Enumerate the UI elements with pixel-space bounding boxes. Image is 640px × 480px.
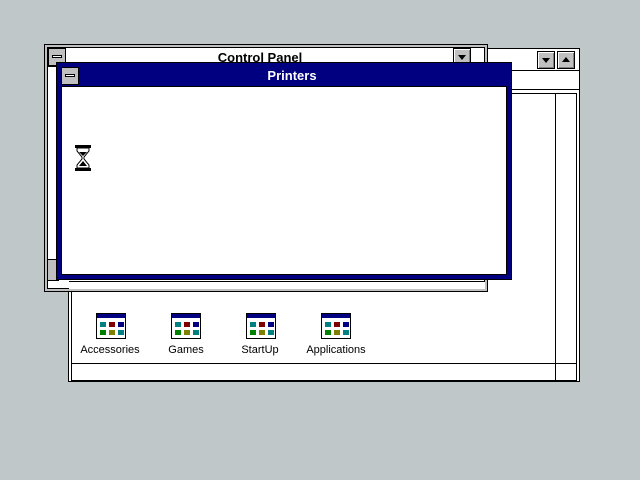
program-group-accessories[interactable]: Accessories [70,310,150,362]
program-group-games[interactable]: Games [146,310,226,362]
program-group-label: Accessories [80,344,140,356]
program-group-startup[interactable]: StartUp [220,310,300,362]
minimize-button[interactable] [537,51,555,69]
printers-client-area [61,86,507,275]
program-group-icon [171,313,201,339]
maximize-button[interactable] [557,51,575,69]
program-group-icon [321,313,351,339]
workspace-divider-bottom [71,363,577,364]
program-group-applications[interactable]: Applications [296,310,376,362]
program-group-label: Games [168,344,204,356]
control-panel-bottom-edge [69,281,485,289]
workspace-divider-right [555,93,556,381]
printers-title-bar[interactable]: Printers [79,67,505,85]
hourglass-icon [74,144,92,172]
program-group-label: StartUp [241,344,279,356]
printers-window: Printers [56,62,512,280]
program-group-label: Applications [306,344,366,356]
program-group-icon [246,313,276,339]
printers-system-menu-button[interactable] [61,67,79,85]
program-group-icon [96,313,126,339]
